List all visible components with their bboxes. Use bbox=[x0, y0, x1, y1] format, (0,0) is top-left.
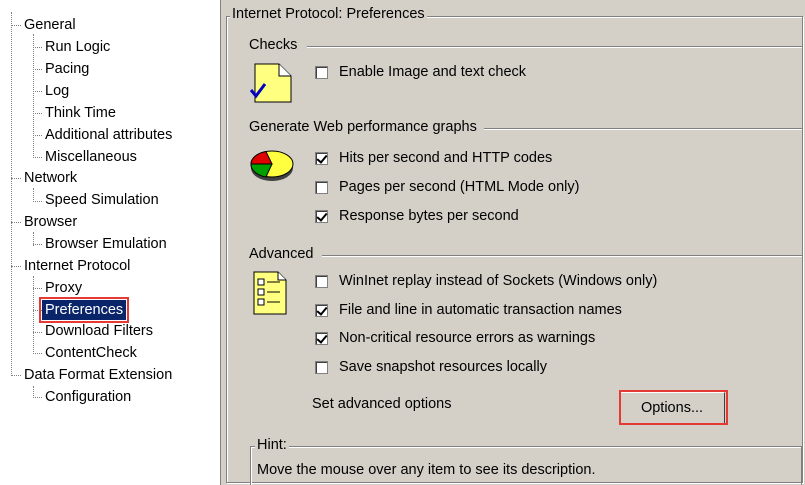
tree-item-download-filters[interactable]: Download Filters bbox=[45, 321, 153, 341]
checkbox-label: Enable Image and text check bbox=[339, 64, 527, 80]
response-bytes-check[interactable]: Response bytes per second bbox=[315, 205, 519, 227]
checkbox-label: Non-critical resource errors as warnings bbox=[339, 330, 596, 346]
advanced-options-label: Set advanced options bbox=[312, 396, 452, 412]
save-snapshot-check[interactable]: Save snapshot resources locally bbox=[315, 356, 547, 378]
tree-line bbox=[11, 12, 12, 376]
hint-title: Hint: bbox=[255, 437, 289, 453]
tree-line bbox=[33, 188, 34, 202]
hint-text: Move the mouse over any item to see its … bbox=[257, 462, 596, 478]
tree-item-internet-protocol[interactable]: Internet Protocol bbox=[24, 256, 130, 276]
tree-item-contentcheck[interactable]: ContentCheck bbox=[45, 343, 137, 363]
checkbox[interactable] bbox=[315, 151, 328, 165]
checkbox[interactable] bbox=[315, 331, 328, 345]
tree-item-proxy[interactable]: Proxy bbox=[45, 278, 82, 298]
checkbox-label: File and line in automatic transaction n… bbox=[339, 302, 622, 318]
checkbox-label: Hits per second and HTTP codes bbox=[339, 150, 553, 166]
section-divider bbox=[322, 255, 802, 257]
tree-item-browser-emulation[interactable]: Browser Emulation bbox=[45, 234, 167, 254]
checkbox-label: Pages per second (HTML Mode only) bbox=[339, 179, 580, 195]
file-line-transaction-check[interactable]: File and line in automatic transaction n… bbox=[315, 299, 622, 321]
checklist-icon bbox=[253, 271, 287, 315]
hits-per-second-check[interactable]: Hits per second and HTTP codes bbox=[315, 147, 552, 169]
wininet-replay-check[interactable]: WinInet replay instead of Sockets (Windo… bbox=[315, 270, 657, 292]
settings-tree[interactable]: General Run Logic Pacing Log Think Time … bbox=[0, 0, 221, 485]
tree-item-browser[interactable]: Browser bbox=[24, 212, 77, 232]
checkbox[interactable] bbox=[315, 274, 328, 288]
checkbox-label: Response bytes per second bbox=[339, 208, 519, 224]
advanced-section-title: Advanced bbox=[247, 246, 316, 262]
checkbox[interactable] bbox=[315, 303, 328, 317]
highlight-box bbox=[619, 390, 728, 425]
pie-chart-icon bbox=[250, 150, 294, 181]
tree-item-network[interactable]: Network bbox=[24, 168, 77, 188]
section-divider bbox=[484, 128, 802, 130]
tree-item-speed-simulation[interactable]: Speed Simulation bbox=[45, 190, 159, 210]
checkbox[interactable] bbox=[315, 65, 328, 79]
tree-item-run-logic[interactable]: Run Logic bbox=[45, 37, 110, 57]
panel-title: Internet Protocol: Preferences bbox=[230, 6, 427, 22]
tree-item-log[interactable]: Log bbox=[45, 81, 69, 101]
checkbox[interactable] bbox=[315, 360, 328, 374]
tree-item-additional-attributes[interactable]: Additional attributes bbox=[45, 125, 172, 145]
tree-item-think-time[interactable]: Think Time bbox=[45, 103, 116, 123]
checkbox-label: Save snapshot resources locally bbox=[339, 359, 547, 375]
checkbox-label: WinInet replay instead of Sockets (Windo… bbox=[339, 273, 658, 289]
section-divider bbox=[307, 46, 802, 48]
tree-item-miscellaneous[interactable]: Miscellaneous bbox=[45, 147, 137, 167]
preferences-panel: Internet Protocol: Preferences Checks En… bbox=[222, 0, 805, 485]
tree-item-data-format-extension[interactable]: Data Format Extension bbox=[24, 365, 172, 385]
noncritical-errors-check[interactable]: Non-critical resource errors as warnings bbox=[315, 327, 595, 349]
checkbox[interactable] bbox=[315, 180, 328, 194]
graphs-section-title: Generate Web performance graphs bbox=[247, 119, 479, 135]
pages-per-second-check[interactable]: Pages per second (HTML Mode only) bbox=[315, 176, 579, 198]
tree-item-preferences[interactable]: Preferences bbox=[38, 297, 130, 323]
tree-item-pacing[interactable]: Pacing bbox=[45, 59, 89, 79]
tree-line bbox=[33, 34, 34, 158]
tree-item-configuration[interactable]: Configuration bbox=[45, 387, 131, 407]
enable-image-text-check[interactable]: Enable Image and text check bbox=[315, 61, 526, 83]
tree-item-general[interactable]: General bbox=[24, 15, 76, 35]
checkbox[interactable] bbox=[315, 209, 328, 223]
checks-section-title: Checks bbox=[247, 37, 300, 53]
document-check-icon bbox=[249, 63, 292, 103]
